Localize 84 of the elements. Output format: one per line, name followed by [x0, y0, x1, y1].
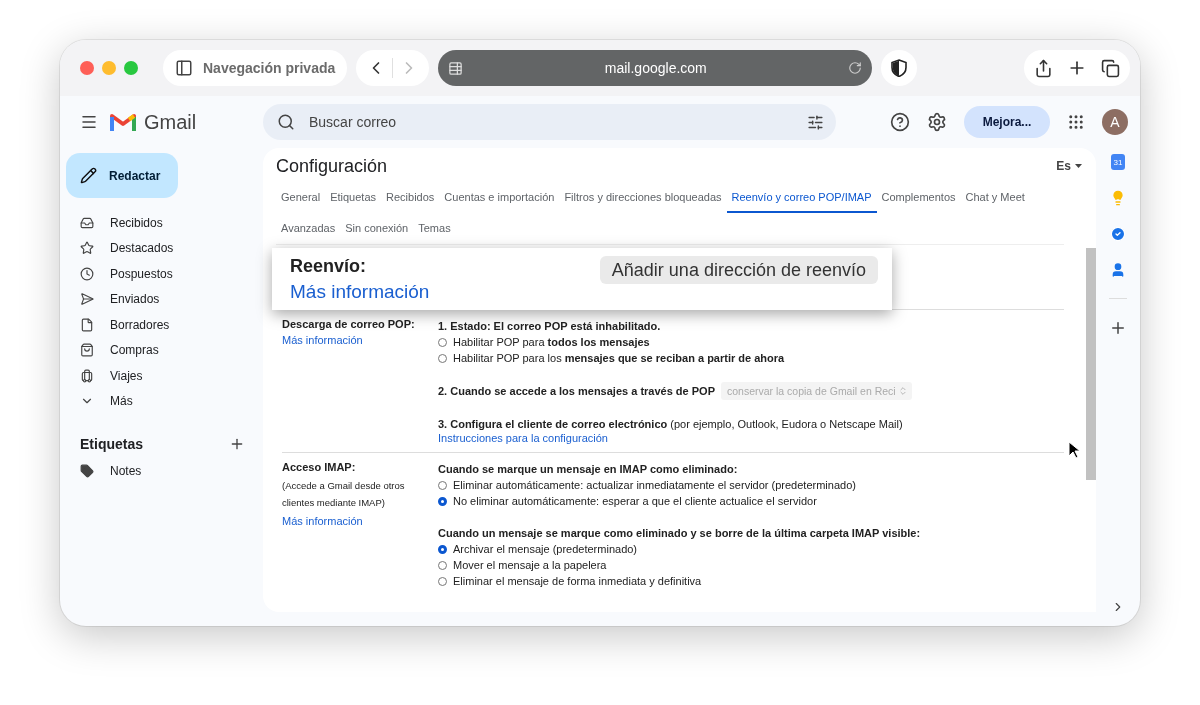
sidebar-item[interactable]: Viajes [66, 363, 253, 389]
settings-tab[interactable]: General [276, 182, 326, 213]
sidebar-item[interactable]: Recibidos [66, 210, 253, 236]
shield-button[interactable] [881, 50, 918, 86]
apps-grid-icon[interactable] [1067, 113, 1085, 131]
menu-icon[interactable] [80, 113, 98, 131]
address-bar[interactable]: mail.google.com [438, 50, 873, 86]
settings-tab[interactable]: Reenvío y correo POP/IMAP [726, 182, 877, 213]
radio-option[interactable]: Habilitar POP para todos los mensajes [438, 334, 1064, 350]
option-heading: Cuando se marque un mensaje en IMAP como eliminado: [438, 462, 739, 477]
radio-button[interactable] [438, 544, 447, 554]
section-label: Acceso IMAP: [282, 461, 357, 473]
radio-button[interactable] [438, 480, 447, 490]
page-icon [448, 60, 464, 76]
step-label: 3. Configura el cliente de correo electrónico (por ejemplo, Outlook, Eudora o Netscape Mail) [438, 417, 904, 432]
add-icon[interactable] [1109, 319, 1127, 337]
radio-button[interactable] [438, 560, 447, 570]
page-title: Configuración [276, 155, 388, 177]
tasks-icon[interactable] [1110, 226, 1126, 242]
upgrade-button[interactable]: Mejora... [964, 106, 1050, 138]
settings-tab[interactable]: Temas [413, 213, 456, 244]
more-info-link[interactable]: Más información [282, 515, 438, 527]
settings-tab[interactable]: Etiquetas [325, 182, 381, 213]
settings-tab[interactable]: Complementos [876, 182, 961, 213]
add-label-icon[interactable] [229, 436, 245, 452]
gmail-wordmark: Gmail [144, 110, 197, 134]
settings-tab[interactable]: Filtros y direcciones bloqueadas [559, 182, 727, 213]
setup-instructions-link[interactable]: Instrucciones para la configuración [438, 432, 1064, 444]
up-down-arrows-icon [897, 386, 908, 396]
settings-tab[interactable]: Sin conexión [340, 213, 414, 244]
sidebar-item[interactable]: Enviados [66, 286, 253, 312]
language-dropdown[interactable]: Es [1056, 159, 1082, 173]
radio-button[interactable] [438, 496, 447, 506]
sidebar-item[interactable]: Compras [66, 337, 253, 363]
settings-tab[interactable]: Cuentas e importación [439, 182, 560, 213]
share-icon[interactable] [1034, 58, 1053, 78]
sidebar-item[interactable]: Destacados [66, 235, 253, 261]
compose-button[interactable]: Redactar [66, 153, 178, 198]
more-info-link[interactable]: Más información [282, 334, 438, 346]
search-icon[interactable] [277, 113, 295, 131]
step-label: 2. Cuando se accede a los mensajes a través de POP [438, 384, 715, 399]
settings-tab[interactable]: Avanzadas [276, 213, 341, 244]
radio-option[interactable]: Mover el mensaje a la papelera [438, 557, 1064, 573]
sidebar-item[interactable]: Más [66, 388, 253, 414]
radio-option[interactable]: Habilitar POP para los mensajes que se reciban a partir de ahora [438, 350, 1064, 366]
sidebar-item[interactable]: Pospuestos [66, 261, 253, 287]
reload-icon[interactable] [848, 61, 863, 75]
pencil-icon [80, 167, 97, 184]
radio-button[interactable] [438, 337, 447, 347]
scrollbar[interactable] [1086, 248, 1096, 480]
label-item[interactable]: Notes [66, 458, 253, 484]
radio-option[interactable]: No eliminar automáticamente: esperar a que el cliente actualice el servidor [438, 493, 1064, 509]
add-forwarding-address-button[interactable]: Añadir una dirección de reenvío [599, 256, 878, 284]
settings-tab[interactable]: Recibidos [381, 182, 440, 213]
account-avatar[interactable]: A [1102, 109, 1128, 135]
section-label: Descarga de correo POP: [282, 318, 416, 330]
help-icon[interactable] [890, 112, 910, 132]
option-heading: Cuando un mensaje se marque como eliminado y se borre de la última carpeta IMAP visible: [438, 526, 922, 541]
section-title: Reenvío: [290, 256, 368, 277]
tabs-overview-icon[interactable] [1101, 58, 1120, 78]
pop-status: 1. Estado: El correo POP está inhabilitado. [438, 319, 662, 334]
more-info-link[interactable]: Más información [290, 281, 430, 303]
gmail-logo-icon [110, 112, 136, 132]
caret-icon [1075, 164, 1082, 168]
mouse-pointer-icon [1068, 441, 1080, 459]
close-window-icon[interactable] [80, 61, 94, 75]
radio-option[interactable]: Archivar el mensaje (predeterminado) [438, 541, 1064, 557]
labels-heading: Etiquetas [80, 436, 143, 452]
settings-tab[interactable]: Chat y Meet [960, 182, 1030, 213]
settings-icon[interactable] [927, 112, 947, 132]
search-field[interactable]: Buscar correo [263, 104, 836, 140]
section-note: (Accede a Gmail desde otros clientes mediante IMAP) [282, 479, 406, 510]
private-browsing-button[interactable]: Navegación privada [163, 50, 348, 86]
shield-icon [891, 59, 908, 77]
sidebar-item[interactable]: Borradores [66, 312, 253, 338]
label-icon [80, 463, 94, 478]
radio-button[interactable] [438, 353, 447, 363]
sidebar-icon [175, 59, 193, 77]
radio-option[interactable]: Eliminar automáticamente: actualizar inmediatamente el servidor (predeterminado) [438, 477, 1064, 493]
radio-option[interactable]: Eliminar el mensaje de forma inmediata y definitiva [438, 573, 1064, 589]
person-icon[interactable] [1110, 262, 1126, 278]
filter-options-icon[interactable] [807, 113, 824, 131]
calendar-icon[interactable]: 31 [1111, 154, 1125, 170]
radio-button[interactable] [438, 576, 447, 586]
